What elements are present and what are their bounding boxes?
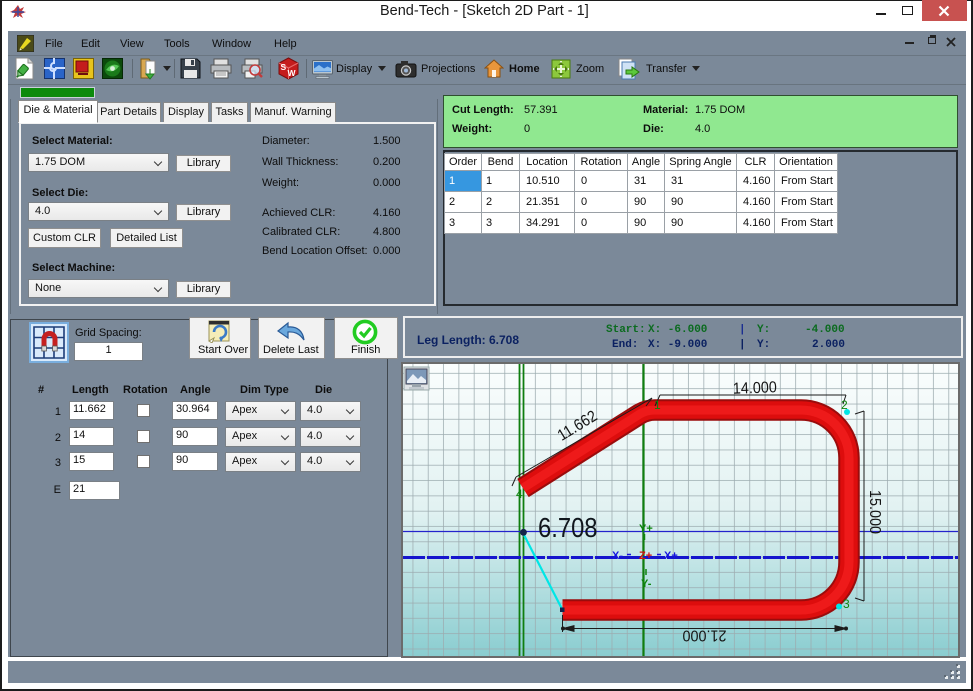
svg-text:21.000: 21.000 [682,626,726,644]
svg-text:Y-: Y- [641,578,652,590]
svg-text:6.708: 6.708 [538,511,598,543]
svg-text:15.000: 15.000 [866,490,884,534]
svg-text:Z+: Z+ [639,550,652,562]
svg-text:4: 4 [516,487,523,501]
svg-text:X-: X- [612,550,623,562]
svg-text:3: 3 [843,597,850,611]
svg-text:X+: X+ [664,550,678,562]
svg-text:S: S [281,62,287,72]
svg-text:Y+: Y+ [639,523,653,535]
svg-text:1: 1 [654,398,661,412]
svg-text:14.000: 14.000 [733,379,778,398]
svg-text:W: W [288,68,297,78]
